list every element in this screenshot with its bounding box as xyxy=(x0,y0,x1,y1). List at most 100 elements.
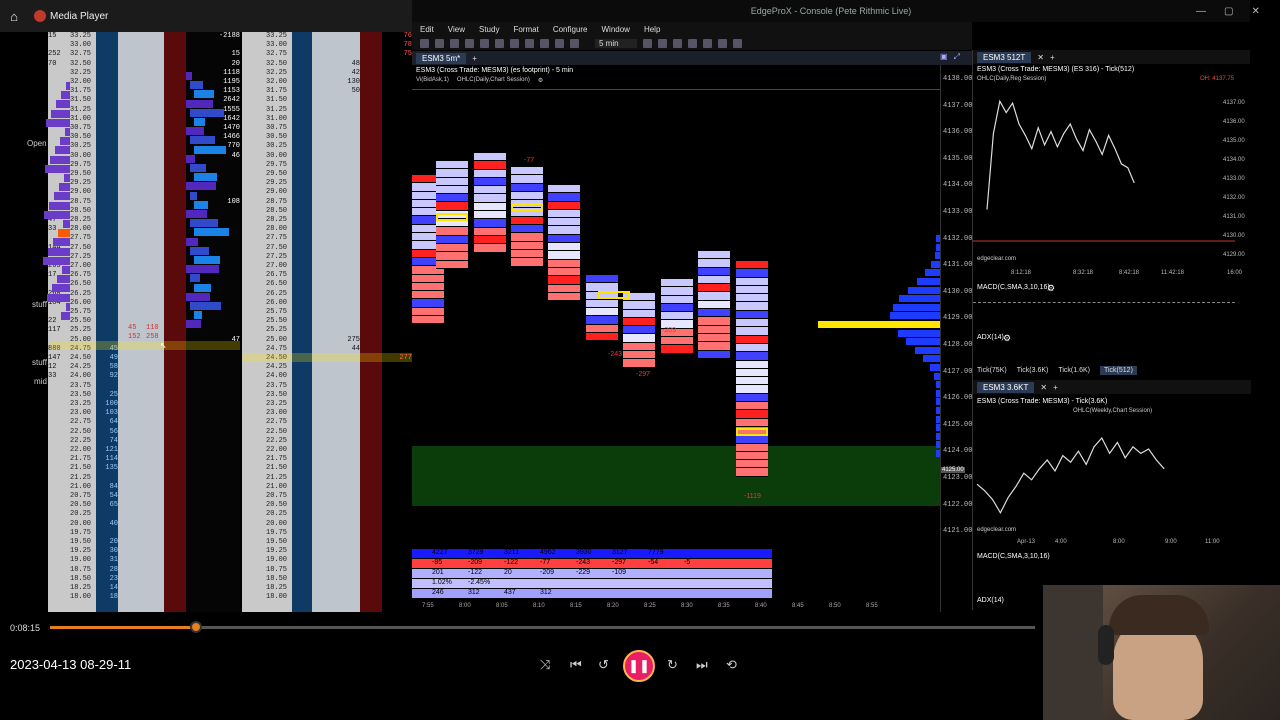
ladder-bid-volume: 31 xyxy=(109,556,118,565)
shuffle-icon[interactable]: ⤨ xyxy=(540,657,550,673)
ladder-right-price: 23.00 xyxy=(266,409,288,418)
dom-ladder-right: 33.25 33.00 32.75 32.50 32.25 32.00 31.75 31.50… xyxy=(240,32,412,612)
ladder-bid-volume: 56 xyxy=(109,427,118,436)
menu-format[interactable]: Format xyxy=(513,25,538,34)
tick-3-6k-chart[interactable] xyxy=(973,416,1235,526)
next-icon[interactable]: ⏭ xyxy=(696,657,708,673)
menu-view[interactable]: View xyxy=(448,25,465,34)
ladder-profile-bar xyxy=(46,118,70,127)
ladder-volume-bar xyxy=(186,320,201,329)
ladder-right-red-volume: 78 xyxy=(403,41,412,50)
bid-volume-list: 45 49 58 92 25 100 103 64 56 74 121 114 135 84 54 65 40 2… xyxy=(96,32,118,612)
forward-30-icon[interactable]: ↻ xyxy=(667,657,678,673)
home-icon[interactable]: ⌂ xyxy=(0,9,28,24)
tools-icon[interactable] xyxy=(687,38,697,48)
tick-tab-0[interactable]: Tick(75K) xyxy=(977,367,1007,374)
indicator-icon[interactable] xyxy=(672,38,682,48)
footprint-cell xyxy=(623,342,655,352)
footprint-cell xyxy=(698,251,730,260)
interval-select[interactable]: 5 min xyxy=(595,38,637,48)
zoom-out-icon[interactable] xyxy=(540,38,549,48)
save-icon[interactable] xyxy=(465,38,474,48)
ladder-bid-volume: 58 xyxy=(109,363,118,372)
tick-512-chart[interactable] xyxy=(973,86,1235,266)
tab-esm3-3-6kt[interactable]: ESM3 3.6KT xyxy=(977,381,1035,393)
crosshair-icon[interactable] xyxy=(555,38,564,48)
tab-esm3-5m[interactable]: ESM3 5m* xyxy=(416,52,467,64)
footprint-cell xyxy=(623,326,655,335)
ladder-price: 20.00 xyxy=(70,519,92,528)
grid-icon[interactable] xyxy=(732,38,742,48)
close-icon[interactable]: ✕ xyxy=(1251,6,1259,17)
ladder-bid-volume: 92 xyxy=(109,372,118,381)
ladder-profile-bar xyxy=(54,192,70,201)
footprint-cell xyxy=(511,249,543,259)
new-chart-icon[interactable] xyxy=(450,38,459,48)
maximize-icon[interactable]: ▢ xyxy=(1224,6,1233,17)
tick-tab-2[interactable]: Tick(1.6K) xyxy=(1058,367,1090,374)
ask-column xyxy=(164,32,186,612)
menu-help[interactable]: Help xyxy=(644,25,660,34)
menu-study[interactable]: Study xyxy=(479,25,499,34)
adx-settings-icon[interactable]: ⚙ xyxy=(1003,333,1011,344)
delta-table-cell: -109 xyxy=(612,569,627,576)
tick-512-time-axis: 8:12:18 8:32:18 8:42:18 11:42:18 16:00 xyxy=(973,270,1242,280)
expand-icon[interactable]: ⤢ xyxy=(954,52,960,62)
zoom-tool-icon[interactable] xyxy=(435,38,444,48)
chart-options-icon[interactable]: ▣ xyxy=(940,52,948,62)
ladder-volume-bar xyxy=(186,210,207,218)
ladder-price: 23.25 xyxy=(70,400,92,408)
add-tab-icon[interactable]: + xyxy=(472,54,477,63)
ladder-right-price: 29.00 xyxy=(266,188,288,197)
current-price-row xyxy=(50,341,240,350)
undo-icon[interactable] xyxy=(495,38,504,48)
ladder-price: 19.25 xyxy=(70,547,92,556)
ladder-right-price: 19.75 xyxy=(266,528,288,537)
layout-icon[interactable] xyxy=(642,38,652,48)
macd-settings-icon[interactable]: ⚙ xyxy=(1047,283,1055,294)
close-tab-icon[interactable]: ✕ xyxy=(1037,53,1044,62)
main-price-axis: 4138.00 4137.00 4136.00 4135.00 4134.00 4133.… xyxy=(940,65,973,613)
window-controls: — ▢ ✕ xyxy=(1196,6,1260,17)
add-tab-icon-right[interactable]: + xyxy=(1050,53,1055,62)
ladder-volume-bar xyxy=(194,228,229,237)
close-tab-icon-2[interactable]: ✕ xyxy=(1040,383,1047,392)
refresh-icon[interactable] xyxy=(702,38,712,48)
price-tick: 4137.00 xyxy=(943,101,973,110)
footprint-chart[interactable]: ESM3 (Cross Trade: MESM3) (es footprint)… xyxy=(412,65,940,613)
redo-icon[interactable] xyxy=(510,38,519,48)
settings-icon[interactable] xyxy=(717,38,727,48)
ladder-bid-volume: 135 xyxy=(105,464,118,473)
ladder-left-volume: 70 xyxy=(48,59,57,68)
menu-configure[interactable]: Configure xyxy=(553,25,588,34)
tab-esm3-512t[interactable]: ESM3 512T xyxy=(977,51,1032,63)
seek-handle[interactable] xyxy=(190,621,202,633)
ladder-volume-bar xyxy=(190,219,218,228)
rewind-10-icon[interactable]: ↺ xyxy=(598,657,609,673)
study-icon[interactable] xyxy=(657,38,667,48)
tick-tab-3[interactable]: Tick(512) xyxy=(1099,365,1137,375)
add-tab-icon-right-2[interactable]: + xyxy=(1053,383,1058,392)
tick-512-time-tick: 8:42:18 xyxy=(1119,270,1140,276)
ladder-price: 31.75 xyxy=(70,87,92,96)
cursor-tool-icon[interactable] xyxy=(420,38,429,48)
tick-tab-1[interactable]: Tick(3.6K) xyxy=(1017,367,1049,374)
menu-window[interactable]: Window xyxy=(602,25,630,34)
print-icon[interactable] xyxy=(480,38,489,48)
pause-button[interactable]: ❚❚ xyxy=(623,650,655,682)
ladder-volume-bar xyxy=(194,256,220,264)
minimize-icon[interactable]: — xyxy=(1196,6,1206,17)
menu-edit[interactable]: Edit xyxy=(420,25,434,34)
zoom-in-icon[interactable] xyxy=(525,38,534,48)
ladder-volume-bar xyxy=(194,118,205,126)
ladder-bid-volume: 103 xyxy=(105,409,118,418)
footprint-cell xyxy=(736,294,768,303)
ladder-volume-bar xyxy=(190,164,206,172)
draw-icon[interactable] xyxy=(570,38,579,48)
tick-512-price-tick: 4135.00 xyxy=(1223,138,1245,144)
footprint-cell xyxy=(436,235,468,244)
poc-highlight xyxy=(436,213,468,221)
footprint-cell xyxy=(736,335,768,344)
repeat-icon[interactable]: ⟲ xyxy=(726,657,737,673)
previous-icon[interactable]: ⏮ xyxy=(570,657,582,673)
